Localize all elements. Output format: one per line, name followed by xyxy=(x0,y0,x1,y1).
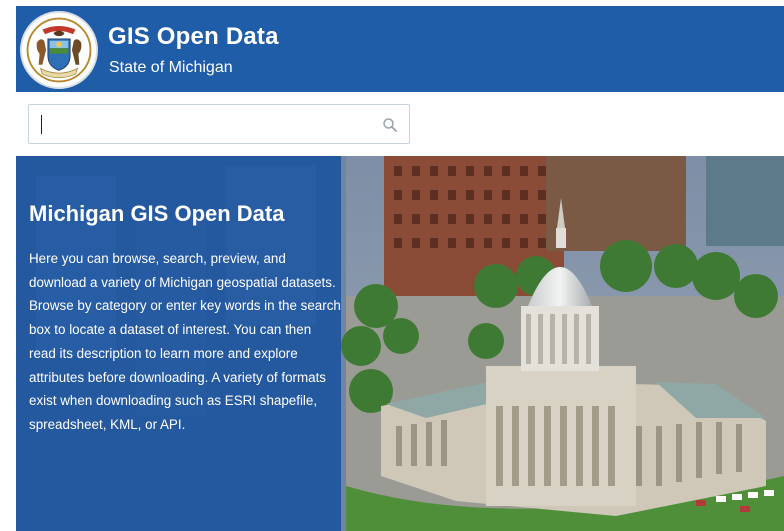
text-cursor xyxy=(41,115,42,134)
site-subtitle: State of Michigan xyxy=(109,59,233,76)
hero-title: Michigan GIS Open Data xyxy=(29,201,285,226)
michigan-state-seal-icon[interactable] xyxy=(20,11,98,89)
search-input[interactable] xyxy=(39,112,369,136)
search-icon[interactable] xyxy=(381,116,399,134)
hero-banner: Michigan GIS Open Data Here you can brow… xyxy=(16,156,784,531)
search-bar[interactable] xyxy=(28,104,410,144)
site-title[interactable]: GIS Open Data xyxy=(108,23,279,51)
site-header: GIS Open Data State of Michigan xyxy=(16,6,784,92)
hero-description: Here you can browse, search, preview, an… xyxy=(29,251,341,432)
hero-info-panel: Michigan GIS Open Data Here you can brow… xyxy=(16,156,341,531)
